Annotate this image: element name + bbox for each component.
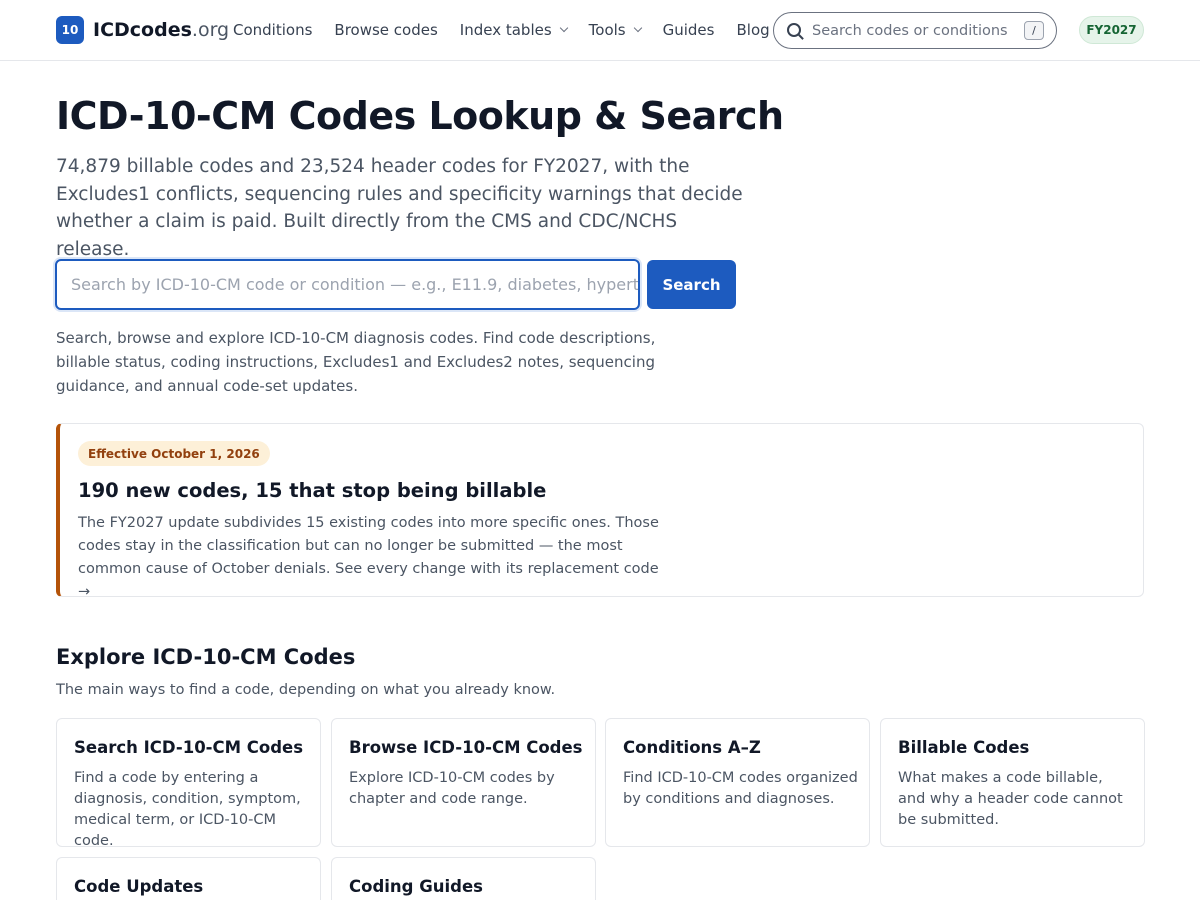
logo-badge[interactable]: 10	[56, 16, 84, 44]
card-title: Search ICD-10-CM Codes	[74, 738, 304, 757]
card-description: Explore ICD-10-CM codes by chapter and c…	[349, 770, 555, 807]
nav-index-tables[interactable]: Index tables	[459, 21, 568, 39]
nav-tools[interactable]: Tools	[588, 21, 642, 39]
card-title: Browse ICD-10-CM Codes	[349, 738, 583, 757]
hero-description: Search, browse and explore ICD-10-CM dia…	[56, 329, 656, 395]
hero-subtitle: 74,879 billable codes and 23,524 header …	[56, 156, 743, 260]
card-code-updates[interactable]: Code Updates	[56, 857, 321, 900]
header-search: /	[773, 12, 1057, 49]
nav-conditions[interactable]: Conditions	[233, 21, 312, 39]
fy-badge[interactable]: FY2027	[1079, 16, 1144, 44]
nav-guides[interactable]: Guides	[663, 21, 715, 39]
chevron-down-icon	[633, 23, 642, 33]
nav-label: Blog	[736, 21, 770, 39]
main-search-field	[55, 259, 640, 310]
card-description: Find a code by entering a diagnosis, con…	[74, 770, 301, 849]
header-search-input[interactable]	[812, 19, 1012, 43]
main-nav: Conditions Browse codes Index tables Too…	[233, 0, 792, 60]
card-title: Conditions A–Z	[623, 738, 761, 757]
site-logo[interactable]: ICDcodes.org	[93, 18, 229, 42]
nav-label: Conditions	[233, 21, 313, 39]
main-search-input[interactable]	[57, 261, 638, 308]
card-title: Billable Codes	[898, 738, 1030, 757]
card-search-codes[interactable]: Search ICD-10-CM Codes Find a code by en…	[56, 718, 321, 849]
logo-brand: ICDcodes	[93, 19, 192, 41]
effective-date-badge: Effective October 1, 2026	[78, 441, 270, 466]
notice-body-link[interactable]: The FY2027 update subdivides 15 existing…	[78, 512, 668, 604]
card-title: Coding Guides	[349, 877, 483, 896]
card-description: What makes a code billable, and why a he…	[898, 770, 1123, 828]
nav-label: Browse codes	[334, 21, 438, 39]
shortcut-key: /	[1024, 21, 1044, 40]
nav-browse-codes[interactable]: Browse codes	[334, 21, 437, 39]
logo-tld: .org	[191, 19, 230, 41]
search-icon	[787, 23, 801, 37]
card-conditions-az[interactable]: Conditions A–Z Find ICD-10-CM codes orga…	[605, 718, 870, 847]
card-description: Find ICD-10-CM codes organized by condit…	[623, 770, 858, 807]
explore-subtitle: The main ways to find a code, depending …	[56, 682, 556, 698]
nav-label: Guides	[662, 21, 715, 39]
search-button[interactable]: Search	[647, 260, 736, 309]
page-title: ICD-10-CM Codes Lookup & Search	[56, 94, 784, 138]
site-header: 10 ICDcodes.org Conditions Browse codes …	[0, 0, 1200, 61]
card-browse-codes[interactable]: Browse ICD-10-CM Codes Explore ICD-10-CM…	[331, 718, 596, 847]
chevron-down-icon	[559, 23, 568, 33]
nav-blog[interactable]: Blog	[736, 21, 769, 39]
explore-title: Explore ICD-10-CM Codes	[56, 645, 356, 669]
notice-title: 190 new codes, 15 that stop being billab…	[78, 479, 547, 502]
nav-label: Tools	[588, 21, 626, 39]
card-title: Code Updates	[74, 877, 204, 896]
card-billable-codes[interactable]: Billable Codes What makes a code billabl…	[880, 718, 1145, 847]
update-notice: Effective October 1, 2026 190 new codes,…	[56, 423, 1144, 600]
nav-label: Index tables	[459, 21, 552, 39]
card-coding-guides[interactable]: Coding Guides	[331, 857, 596, 900]
